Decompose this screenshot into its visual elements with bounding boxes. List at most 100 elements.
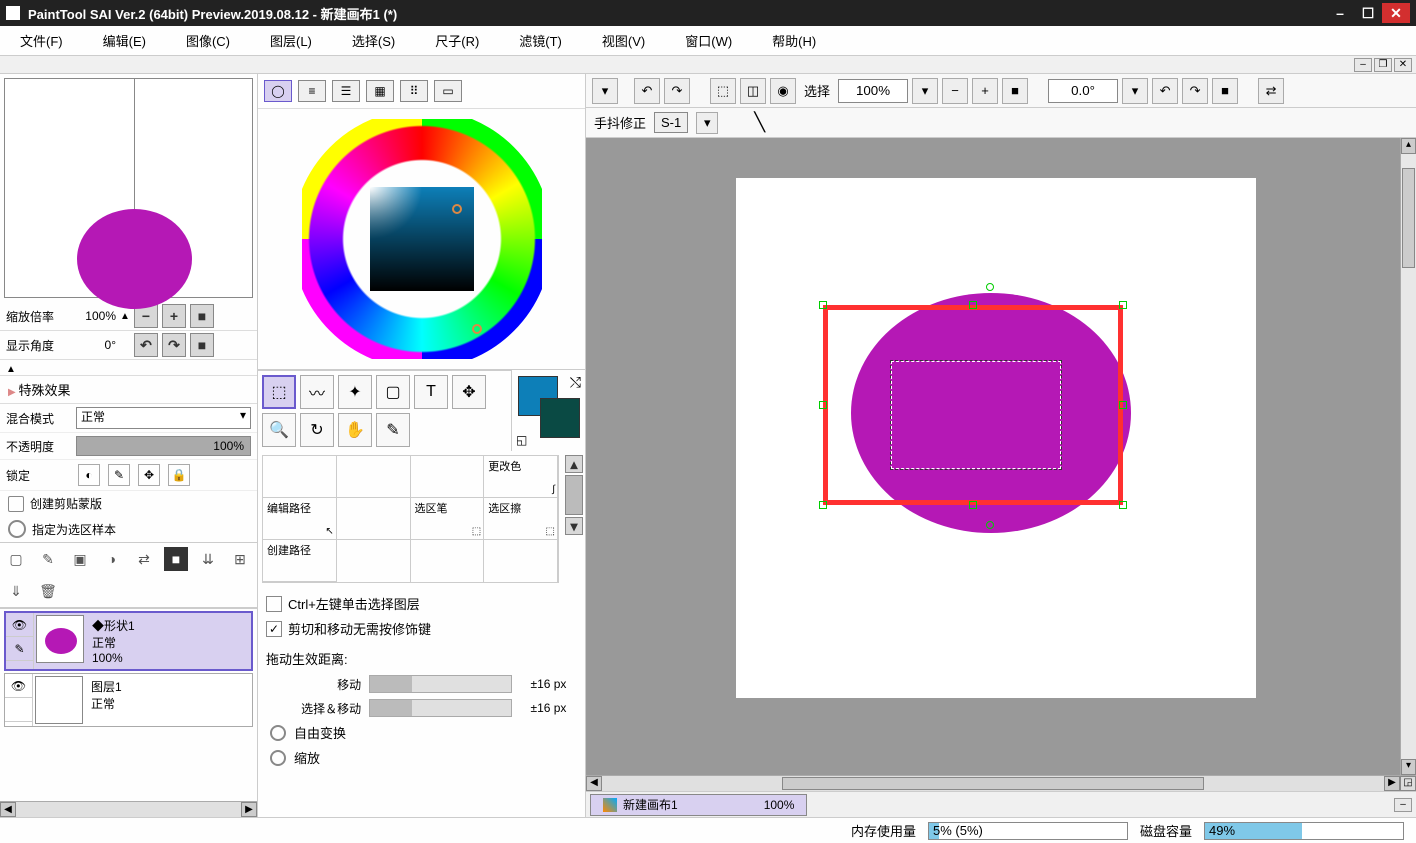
stabilizer-dropdown-icon[interactable]: ▾ bbox=[696, 112, 718, 134]
mdi-restore[interactable]: ❐ bbox=[1374, 58, 1392, 72]
subtool-up-button[interactable]: ▴ bbox=[565, 455, 583, 473]
subtool-edit-path[interactable]: 编辑路径↖ bbox=[263, 498, 336, 540]
transform-handle[interactable] bbox=[819, 401, 827, 409]
new-folder-icon[interactable]: ▣ bbox=[68, 547, 92, 571]
lock-opacity-icon[interactable]: ◐ bbox=[78, 464, 100, 486]
rotate-reset-button[interactable]: ■ bbox=[190, 333, 214, 357]
delete-layer-icon[interactable]: 🗑 bbox=[36, 579, 60, 603]
mdi-minimize[interactable]: – bbox=[1354, 58, 1372, 72]
tabs-collapse-button[interactable]: – bbox=[1394, 798, 1412, 812]
subtool-empty1[interactable] bbox=[263, 456, 336, 498]
move-slider[interactable] bbox=[369, 675, 512, 693]
mixer-mode-icon[interactable]: ▦ bbox=[366, 80, 394, 102]
zoom-in-tb-button[interactable]: + bbox=[972, 78, 998, 104]
clear-icon[interactable]: ■ bbox=[164, 547, 188, 571]
rotate-ccw-tb-button[interactable]: ↶ bbox=[1152, 78, 1178, 104]
zoom-dropdown-icon[interactable]: ▾ bbox=[912, 78, 938, 104]
add-above-icon[interactable]: ⊞ bbox=[228, 547, 252, 571]
menu-image[interactable]: 图像(C) bbox=[186, 31, 230, 50]
menu-help[interactable]: 帮助(H) bbox=[772, 31, 816, 50]
rotate-cw-button[interactable]: ↷ bbox=[162, 333, 186, 357]
edit-icon[interactable]: ✎ bbox=[6, 637, 33, 661]
deselect-icon[interactable]: ⬚ bbox=[710, 78, 736, 104]
stabilizer-value[interactable]: S-1 bbox=[654, 112, 688, 133]
menu-ruler[interactable]: 尺子(R) bbox=[435, 31, 479, 50]
menu-layer[interactable]: 图层(L) bbox=[270, 31, 312, 50]
subtool-create-path[interactable]: 创建路径 bbox=[263, 540, 336, 582]
lock-all-icon[interactable]: 🔒 bbox=[168, 464, 190, 486]
menu-select[interactable]: 选择(S) bbox=[352, 31, 395, 50]
select-rect-tool-icon[interactable]: ⬚ bbox=[262, 375, 296, 409]
minimize-button[interactable]: – bbox=[1326, 3, 1354, 23]
subtool-empty4[interactable] bbox=[411, 456, 484, 498]
menu-window[interactable]: 窗口(W) bbox=[685, 31, 732, 50]
transform-handle[interactable] bbox=[1119, 501, 1127, 509]
color-wheel[interactable] bbox=[258, 109, 585, 369]
angle-input[interactable] bbox=[1048, 79, 1118, 103]
left-hscroll[interactable]: ◀▶ bbox=[0, 801, 257, 817]
clipping-checkbox[interactable] bbox=[8, 496, 24, 512]
subtool-empty2[interactable] bbox=[337, 456, 410, 498]
menu-filter[interactable]: 滤镜(T) bbox=[519, 31, 562, 50]
zoom-in-button[interactable]: + bbox=[162, 304, 186, 328]
maximize-button[interactable]: ☐ bbox=[1354, 3, 1382, 23]
ctrl-click-checkbox[interactable] bbox=[266, 596, 282, 612]
subtool-scroll-thumb[interactable] bbox=[565, 475, 583, 515]
lasso-tool-icon[interactable]: 〰 bbox=[300, 375, 334, 409]
mdi-close[interactable]: ✕ bbox=[1394, 58, 1412, 72]
transform-handle[interactable] bbox=[969, 301, 977, 309]
swatches-mode-icon[interactable]: ⠿ bbox=[400, 80, 428, 102]
zoom-reset-button[interactable]: ■ bbox=[190, 304, 214, 328]
subtool-sel-pen[interactable]: 选区笔⬚ bbox=[411, 498, 484, 540]
opacity-slider[interactable]: 100% bbox=[76, 436, 251, 456]
swap-colors-icon[interactable]: ⤭ bbox=[570, 374, 581, 391]
canvas-hscroll[interactable]: ◀ ▶ ◲ bbox=[586, 775, 1416, 791]
layer-item-bg[interactable]: 👁 图层1正常 bbox=[4, 673, 253, 727]
rotate-ccw-button[interactable]: ↶ bbox=[134, 333, 158, 357]
toolbar-toggle-icon[interactable]: ▾ bbox=[592, 78, 618, 104]
invert-sel-icon[interactable]: ◫ bbox=[740, 78, 766, 104]
hsv-slider-mode-icon[interactable]: ☰ bbox=[332, 80, 360, 102]
background-swatch[interactable] bbox=[540, 398, 580, 438]
show-sel-icon[interactable]: ◉ bbox=[770, 78, 796, 104]
fx-header[interactable]: 特殊效果 bbox=[0, 376, 257, 404]
transform-rotate-handle[interactable] bbox=[986, 521, 994, 529]
shape-tool-icon[interactable]: ▢ bbox=[376, 375, 410, 409]
navigator[interactable] bbox=[4, 78, 253, 298]
line-icon[interactable]: ╲ bbox=[754, 112, 765, 133]
undo-button[interactable]: ↶ bbox=[634, 78, 660, 104]
sel-sample-radio[interactable] bbox=[8, 520, 26, 538]
mask-icon[interactable]: ◑ bbox=[100, 547, 124, 571]
new-linework-icon[interactable]: ✎ bbox=[36, 547, 60, 571]
transform-handle[interactable] bbox=[819, 501, 827, 509]
rotate-reset-tb-button[interactable]: ■ bbox=[1212, 78, 1238, 104]
lock-move-icon[interactable]: ✥ bbox=[138, 464, 160, 486]
transform-handle[interactable] bbox=[969, 501, 977, 509]
zoom-tool-icon[interactable]: 🔍 bbox=[262, 413, 296, 447]
subtool-sel-eraser[interactable]: 选区擦⬚ bbox=[484, 498, 557, 540]
transform-handle[interactable] bbox=[1119, 301, 1127, 309]
hand-tool-icon[interactable]: ✋ bbox=[338, 413, 372, 447]
close-button[interactable]: ✕ bbox=[1382, 3, 1410, 23]
layer-item-shape1[interactable]: 👁✎ ◆形状1正常100% bbox=[4, 611, 253, 671]
menu-file[interactable]: 文件(F) bbox=[20, 31, 63, 50]
transform-rotate-handle[interactable] bbox=[986, 283, 994, 291]
rotate-tool-icon[interactable]: ↻ bbox=[300, 413, 334, 447]
rgb-slider-mode-icon[interactable]: ≡ bbox=[298, 80, 326, 102]
angle-dropdown-icon[interactable]: ▾ bbox=[1122, 78, 1148, 104]
sel-move-slider[interactable] bbox=[369, 699, 512, 717]
zoom-fit-button[interactable]: ■ bbox=[1002, 78, 1028, 104]
scale-radio[interactable] bbox=[270, 750, 286, 766]
transform-handle[interactable] bbox=[1119, 401, 1127, 409]
free-transform-radio[interactable] bbox=[270, 725, 286, 741]
canvas-resize-grip[interactable]: ◲ bbox=[1400, 776, 1416, 791]
cut-move-checkbox[interactable] bbox=[266, 621, 282, 637]
redo-button[interactable]: ↷ bbox=[664, 78, 690, 104]
scratchpad-mode-icon[interactable]: ▭ bbox=[434, 80, 462, 102]
canvas-vscroll[interactable]: ▴ ▾ bbox=[1400, 138, 1416, 775]
menu-view[interactable]: 视图(V) bbox=[602, 31, 645, 50]
subtool-down-button[interactable]: ▾ bbox=[565, 517, 583, 535]
default-colors-icon[interactable]: ◱ bbox=[516, 433, 527, 447]
zoom-input[interactable] bbox=[838, 79, 908, 103]
transfer-icon[interactable]: ⇄ bbox=[132, 547, 156, 571]
